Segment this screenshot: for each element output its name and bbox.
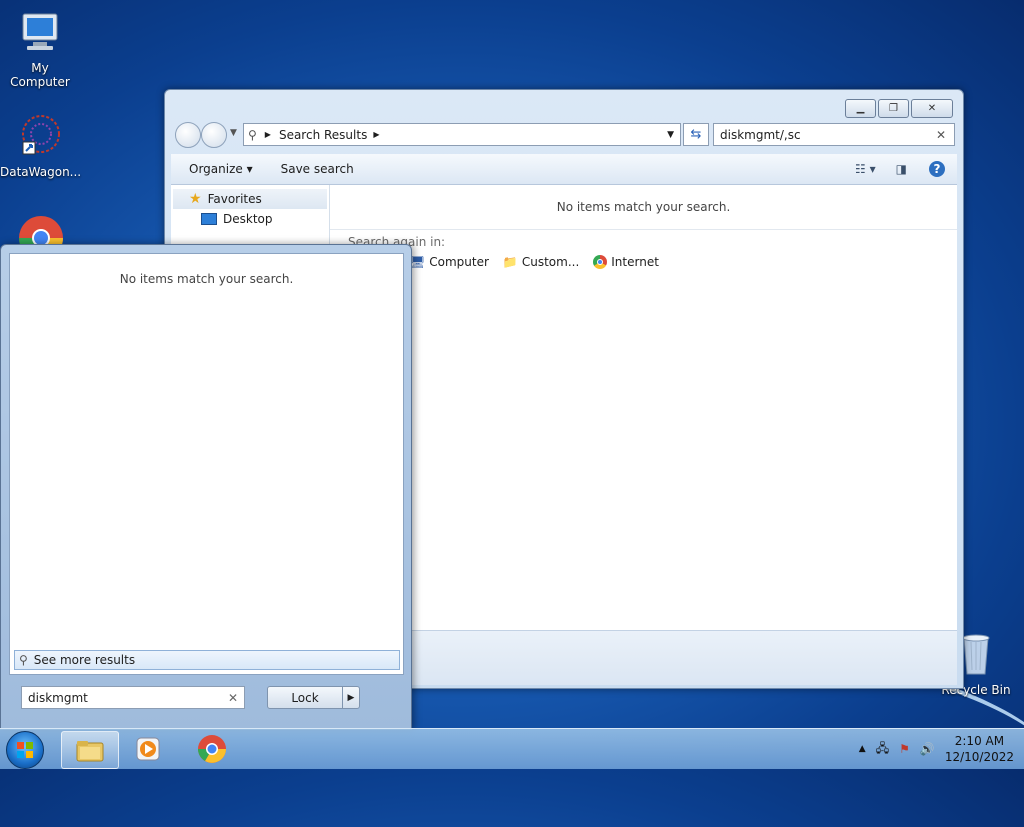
search-again-internet[interactable]: Internet [593, 255, 659, 269]
nav-item-desktop[interactable]: Desktop [171, 209, 329, 229]
view-options-icon[interactable]: ☷ ▾ [855, 162, 876, 176]
back-button[interactable] [175, 122, 201, 148]
window-caption-buttons: ▁ ❐ ✕ [845, 99, 953, 118]
network-icon[interactable]: 🖧 [876, 739, 889, 760]
computer-icon: 🖥 [410, 255, 426, 269]
organize-button[interactable]: Organize ▾ [189, 162, 253, 176]
start-search-box[interactable]: diskmgmt ✕ [21, 686, 245, 709]
desktop-icon-label: DataWagon... [0, 165, 82, 179]
arrow-right-icon: ▶ [347, 692, 355, 703]
start-button[interactable] [6, 731, 44, 769]
star-icon: ★ [189, 191, 202, 207]
search-again-label-text: Internet [611, 255, 659, 269]
nav-favorites[interactable]: ★ Favorites [173, 189, 327, 209]
search-again-options: 🖥 Computer 📁 Custom... Internet [410, 255, 659, 269]
forward-button[interactable] [201, 122, 227, 148]
computer-icon [0, 10, 80, 57]
search-again-label-text: Computer [429, 255, 489, 269]
custom-folder-icon: 📁 [502, 255, 518, 269]
see-more-results-link[interactable]: ⚲ See more results [14, 650, 400, 670]
lock-button[interactable]: Lock [267, 686, 343, 709]
search-results-pane: No items match your search. Search again… [330, 185, 957, 630]
no-results-message: No items match your search. [119, 272, 294, 286]
taskbar-explorer-button[interactable] [61, 731, 119, 769]
system-tray: ▲ 🖧 ⚑ 🔊 2:10 AM 12/10/2022 [859, 729, 1014, 769]
address-bar[interactable]: ⚲ ▶ Search Results ▶ ▼ [243, 123, 681, 146]
clock-date: 12/10/2022 [944, 750, 1014, 764]
search-again-computer[interactable]: 🖥 Computer [410, 255, 489, 269]
maximize-icon: ❐ [889, 103, 898, 114]
help-icon[interactable]: ? [929, 161, 945, 177]
desktop-folder-icon [201, 213, 217, 225]
media-player-icon [136, 737, 160, 761]
see-more-results-label: See more results [33, 653, 136, 667]
search-icon: ⚲ [248, 127, 257, 142]
desktop-icon-label: My Computer [10, 61, 70, 89]
clock[interactable]: 2:10 AM 12/10/2022 [945, 733, 1014, 765]
refresh-button[interactable]: ⇆ [683, 123, 709, 146]
recent-pages-chevron-icon[interactable]: ▼ [230, 128, 237, 138]
volume-icon[interactable]: 🔊 [920, 742, 935, 756]
refresh-icon: ⇆ [690, 127, 702, 142]
minimize-button[interactable]: ▁ [845, 99, 876, 118]
action-center-icon[interactable]: ⚑ [899, 742, 910, 756]
windows-logo-icon [17, 742, 33, 758]
show-hidden-icons-icon[interactable]: ▲ [859, 744, 866, 754]
chrome-icon [593, 255, 608, 269]
preview-pane-icon[interactable]: ◨ [896, 162, 907, 176]
datawagon-icon [0, 114, 80, 161]
breadcrumb-arrow-icon[interactable]: ▶ [373, 130, 379, 139]
close-icon: ✕ [927, 103, 937, 114]
start-menu-results: No items match your search. ⚲ See more r… [9, 253, 404, 675]
taskbar-chrome-button[interactable] [184, 731, 240, 767]
explorer-search-box[interactable]: diskmgmt/,sc ✕ [713, 123, 955, 146]
chrome-icon [198, 735, 226, 763]
start-menu: No items match your search. ⚲ See more r… [0, 244, 412, 730]
search-again-custom[interactable]: 📁 Custom... [503, 255, 579, 269]
address-segment[interactable]: Search Results [279, 128, 367, 142]
search-again-label-text: Custom... [521, 255, 580, 269]
clock-time: 2:10 AM [954, 734, 1005, 748]
close-button[interactable]: ✕ [911, 99, 953, 118]
taskbar: ▲ 🖧 ⚑ 🔊 2:10 AM 12/10/2022 [0, 728, 1024, 769]
command-bar: Organize ▾ Save search ☷ ▾ ◨ ? [171, 154, 957, 185]
divider [330, 229, 957, 230]
desktop-icon-my-computer[interactable]: My Computer [0, 10, 80, 89]
breadcrumb-arrow-icon[interactable]: ▶ [265, 130, 271, 139]
navigation-row: ▼ ⚲ ▶ Search Results ▶ ▼ ⇆ diskmgmt/,sc … [173, 122, 955, 148]
desktop-icon-datawagon[interactable]: DataWagon... [0, 114, 82, 179]
start-search-input[interactable]: diskmgmt [28, 691, 88, 705]
nav-item-label: Desktop [223, 212, 273, 226]
clear-search-icon[interactable]: ✕ [228, 691, 238, 705]
explorer-search-input[interactable]: diskmgmt/,sc [720, 128, 801, 142]
folder-icon [76, 741, 104, 762]
nav-favorites-label: Favorites [207, 192, 262, 206]
clear-search-icon[interactable]: ✕ [936, 128, 946, 142]
search-icon: ⚲ [19, 653, 28, 667]
taskbar-media-player-button[interactable] [120, 731, 176, 767]
save-search-button[interactable]: Save search [281, 162, 354, 176]
shutdown-options-button[interactable]: ▶ [342, 686, 360, 709]
maximize-button[interactable]: ❐ [878, 99, 909, 118]
no-results-message: No items match your search. [556, 200, 731, 214]
minimize-icon: ▁ [856, 103, 865, 114]
address-dropdown-icon[interactable]: ▼ [667, 130, 674, 140]
